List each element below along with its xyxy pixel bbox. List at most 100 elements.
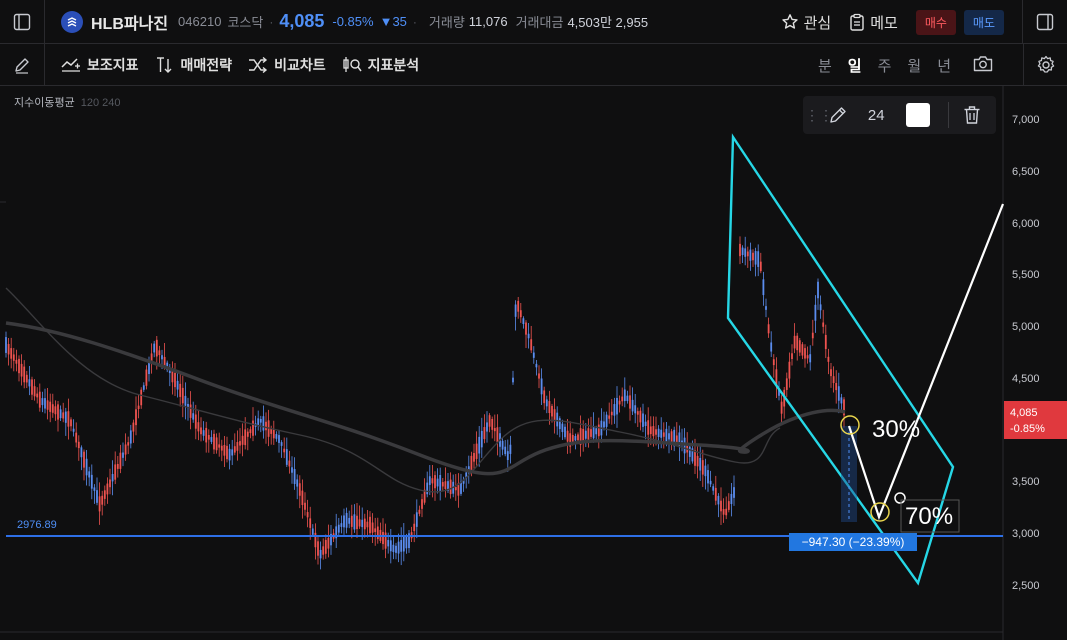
period-year[interactable]: 년 — [937, 55, 951, 76]
compare-button[interactable]: 비교차트 — [248, 55, 326, 75]
candle-body — [366, 521, 369, 528]
sell-button[interactable]: 매도 — [963, 9, 1004, 35]
candle-body — [298, 483, 301, 496]
candle-body — [696, 455, 699, 467]
candle-body — [512, 377, 514, 383]
candle-body — [415, 512, 418, 527]
candle-body — [83, 451, 85, 468]
candle-body — [5, 337, 7, 353]
candle-body — [767, 324, 770, 334]
candle-body — [470, 455, 473, 471]
symbol-name[interactable]: HLB파나진 — [91, 10, 168, 34]
candle-body — [64, 411, 67, 423]
candle-body — [96, 490, 98, 503]
price-tick: 5,000 — [1012, 321, 1040, 333]
line-width-button[interactable]: 24 — [857, 107, 896, 124]
indicators-button[interactable]: 보조지표 — [61, 55, 139, 75]
candle-body — [688, 446, 691, 457]
watchlist-button[interactable]: 관심 — [781, 12, 831, 33]
price-tick: 2,500 — [1012, 580, 1040, 592]
period-month[interactable]: 월 — [907, 55, 921, 76]
candle-body — [132, 422, 135, 432]
candle-body — [322, 546, 325, 555]
candle-body — [397, 541, 400, 554]
period-week[interactable]: 주 — [878, 55, 892, 76]
price-tick: 3,500 — [1012, 476, 1040, 488]
candle-body — [374, 528, 377, 533]
drag-handle-icon[interactable]: ⋮⋮ — [805, 107, 833, 124]
candle-body — [189, 404, 192, 418]
projection-line[interactable] — [847, 203, 1005, 521]
candle-body — [699, 457, 702, 471]
candle-body — [309, 518, 312, 528]
memo-button[interactable]: 메모 — [849, 12, 898, 33]
candle-body — [418, 509, 421, 514]
chart-settings-button[interactable] — [1023, 44, 1067, 86]
candle-body — [704, 465, 707, 477]
candle-body — [780, 401, 783, 414]
candle-body — [741, 247, 744, 256]
candle-body — [540, 378, 543, 395]
candle-body — [205, 427, 208, 443]
line-style-button[interactable] — [819, 105, 857, 125]
handle-point[interactable] — [894, 492, 906, 504]
memo-label: 메모 — [870, 14, 898, 32]
price-axis[interactable]: 7,000 6,500 6,000 5,500 5,000 4,500 3,50… — [1012, 114, 1040, 592]
gear-icon — [1037, 55, 1054, 73]
candle-body — [106, 483, 109, 495]
ema-240-line — [5, 321, 846, 476]
candle-body — [519, 310, 522, 318]
color-swatch-button[interactable] — [905, 103, 930, 127]
candle-body — [717, 495, 720, 505]
candle-body — [262, 416, 265, 431]
candle-body — [796, 335, 799, 351]
analysis-button[interactable]: 지표분석 — [342, 55, 419, 75]
strategy-button[interactable]: 매매전략 — [155, 55, 232, 75]
candle-body — [413, 523, 416, 532]
period-minute[interactable]: 분 — [818, 55, 832, 76]
candle-body — [727, 501, 730, 510]
candle-body — [804, 348, 806, 359]
candle-body — [345, 512, 348, 528]
amount-value: 4,503만 2,955 — [567, 15, 649, 30]
buy-button[interactable]: 매수 — [915, 9, 956, 35]
drawing-tools-button[interactable] — [0, 44, 44, 86]
candle-body — [655, 429, 657, 435]
candle-body — [142, 385, 145, 390]
candle-body — [25, 374, 28, 383]
candle-body — [642, 413, 644, 427]
candle-body — [184, 395, 187, 406]
candle-body — [670, 431, 673, 444]
sidebar-toggle-button[interactable] — [0, 0, 44, 44]
candle-body — [80, 447, 83, 458]
candle-body — [197, 422, 200, 432]
candle-body — [405, 536, 408, 549]
candle-body — [707, 470, 709, 484]
screenshot-button[interactable] — [973, 55, 993, 76]
candle-body — [694, 450, 696, 466]
candle-body — [15, 359, 18, 364]
camera-icon — [973, 55, 993, 71]
candle-body — [556, 412, 559, 427]
candle-body — [319, 549, 322, 559]
candle-body — [791, 353, 793, 360]
candle-body — [369, 516, 371, 534]
candle-body — [577, 434, 579, 441]
candle-body — [18, 358, 20, 374]
candle-body — [340, 523, 343, 527]
price-chart[interactable]: 2976.89 −947.30 (−23.39%) 30% 70% 7,000 … — [0, 86, 1067, 640]
price-tick: 6,500 — [1012, 166, 1040, 178]
candle-body — [434, 475, 436, 489]
delete-drawing-button[interactable] — [949, 105, 996, 125]
candle-body — [610, 411, 613, 416]
candle-body — [311, 528, 314, 535]
indicator-legend[interactable]: 지수이동평균 120 240 — [14, 94, 121, 110]
candle-body — [41, 398, 44, 406]
candle-body — [480, 430, 483, 448]
candle-body — [595, 428, 598, 435]
change-percent: -0.85% — [332, 14, 374, 29]
candle-body — [634, 405, 637, 414]
period-day[interactable]: 일 — [848, 55, 862, 76]
right-panel-toggle-button[interactable] — [1023, 0, 1067, 44]
candle-body — [665, 428, 668, 443]
